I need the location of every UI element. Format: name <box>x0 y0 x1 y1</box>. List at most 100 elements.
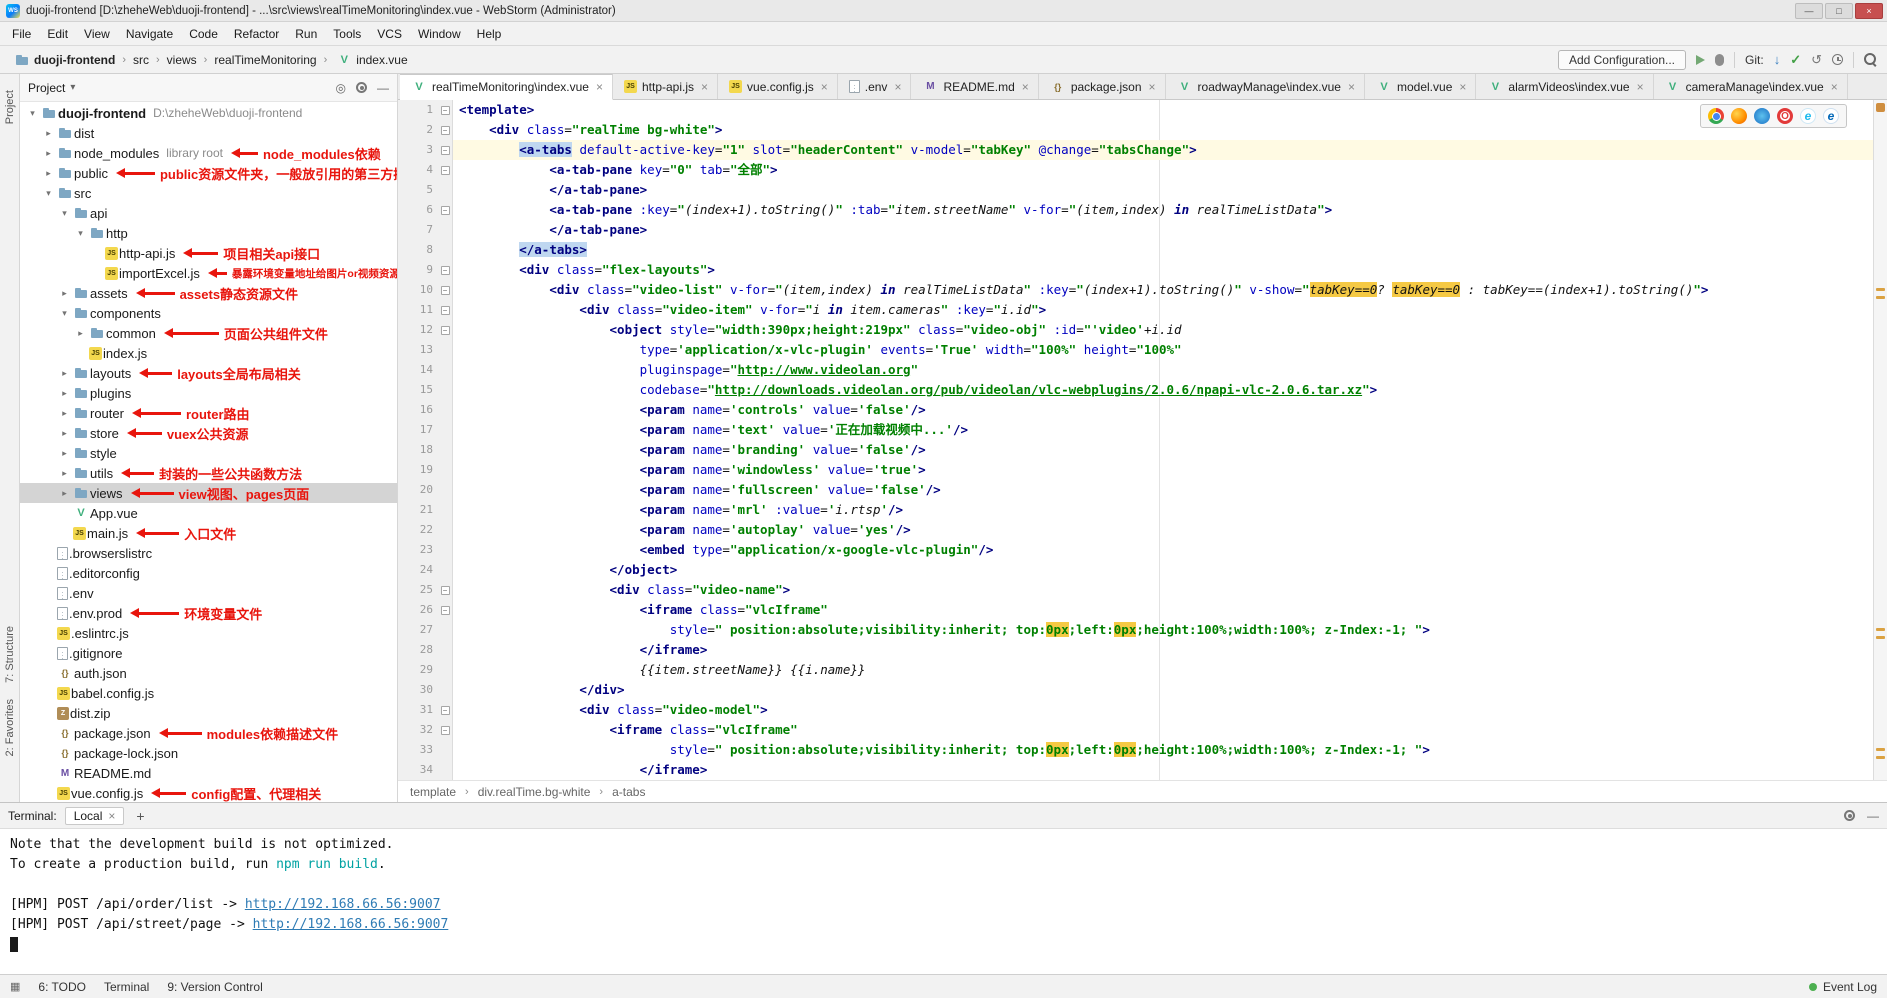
fold-minus-icon[interactable]: − <box>441 306 450 315</box>
tree-row-package-json[interactable]: {}package.jsonmodules依赖描述文件 <box>20 723 397 743</box>
code-line-8[interactable]: 8 </a-tabs> <box>398 240 1873 260</box>
error-stripe[interactable] <box>1873 100 1887 780</box>
code-line-10[interactable]: 10− <div class="video-list" v-for="(item… <box>398 280 1873 300</box>
chevron-down-icon[interactable]: ▾ <box>58 308 71 319</box>
menu-item-view[interactable]: View <box>76 24 118 44</box>
code-line-34[interactable]: 34 </iframe> <box>398 760 1873 780</box>
chevron-right-icon[interactable]: ▸ <box>74 328 87 339</box>
inspection-status-icon[interactable] <box>1876 103 1885 112</box>
fold-minus-icon[interactable]: − <box>441 146 450 155</box>
code-line-28[interactable]: 28 </iframe> <box>398 640 1873 660</box>
terminal-link[interactable]: http://192.168.66.56:9007 <box>253 917 449 932</box>
editor-breadcrumb-a-tabs[interactable]: a-tabs <box>610 785 647 799</box>
tool-button-favorites[interactable]: 2: Favorites <box>4 699 16 756</box>
editor-tab-alarmvideos-index-vue[interactable]: ValarmVideos\index.vue× <box>1476 74 1653 99</box>
fold-minus-icon[interactable]: − <box>441 286 450 295</box>
tab-close-icon[interactable]: × <box>894 80 901 94</box>
tree-row-main-js[interactable]: JSmain.js入口文件 <box>20 523 397 543</box>
tree-row-browserslistrc[interactable]: .browserslistrc <box>20 543 397 563</box>
editor-breadcrumb-div-realtime-bg-white[interactable]: div.realTime.bg-white <box>476 785 593 799</box>
fold-minus-icon[interactable]: − <box>441 326 450 335</box>
tree-row-views[interactable]: ▸viewsview视图、pages页面 <box>20 483 397 503</box>
fold-gutter[interactable]: − <box>438 100 453 120</box>
chevron-down-icon[interactable]: ▾ <box>74 228 87 239</box>
menu-item-vcs[interactable]: VCS <box>369 24 410 44</box>
code-line-21[interactable]: 21 <param name='mrl' :value='i.rtsp'/> <box>398 500 1873 520</box>
minimize-button[interactable]: — <box>1795 3 1823 19</box>
tree-row-http-api-js[interactable]: JShttp-api.js项目相关api接口 <box>20 243 397 263</box>
editor-tab-model-vue[interactable]: Vmodel.vue× <box>1365 74 1476 99</box>
tree-row-router[interactable]: ▸routerrouter路由 <box>20 403 397 423</box>
status-terminal[interactable]: Terminal <box>104 980 149 994</box>
tab-close-icon[interactable]: × <box>701 80 708 94</box>
code-line-29[interactable]: 29 {{item.streetName}} {{i.name}} <box>398 660 1873 680</box>
code-line-17[interactable]: 17 <param name='text' value='正在加载视频中...'… <box>398 420 1873 440</box>
breadcrumb-item-realtimemonitoring[interactable]: realTimeMonitoring <box>212 52 318 68</box>
fold-minus-icon[interactable]: − <box>441 266 450 275</box>
fold-minus-icon[interactable]: − <box>441 726 450 735</box>
fold-minus-icon[interactable]: − <box>441 126 450 135</box>
tree-row-dist-zip[interactable]: Zdist.zip <box>20 703 397 723</box>
menu-item-navigate[interactable]: Navigate <box>118 24 181 44</box>
tree-row-public[interactable]: ▸publicpublic资源文件夹，一般放引用的第三方插件 <box>20 163 397 183</box>
chevron-right-icon[interactable]: ▸ <box>58 428 71 439</box>
tree-row-env-prod[interactable]: .env.prod环境变量文件 <box>20 603 397 623</box>
stripe-mark[interactable] <box>1876 296 1885 299</box>
chevron-down-icon[interactable]: ▾ <box>26 108 39 119</box>
tree-row-layouts[interactable]: ▸layoutslayouts全局布局相关 <box>20 363 397 383</box>
status-6-todo[interactable]: 6: TODO <box>38 980 86 994</box>
tool-button-project[interactable]: Project <box>4 90 16 124</box>
breadcrumb-item-views[interactable]: views <box>165 52 199 68</box>
browser-safari-icon[interactable] <box>1754 108 1770 124</box>
tool-button-structure[interactable]: 7: Structure <box>4 626 16 683</box>
code-line-26[interactable]: 26− <iframe class="vlcIframe" <box>398 600 1873 620</box>
code-line-13[interactable]: 13 type='application/x-vlc-plugin' event… <box>398 340 1873 360</box>
fold-minus-icon[interactable]: − <box>441 206 450 215</box>
fold-minus-icon[interactable]: − <box>441 606 450 615</box>
chevron-right-icon[interactable]: ▸ <box>42 168 55 179</box>
chevron-right-icon[interactable]: ▸ <box>58 408 71 419</box>
chevron-right-icon[interactable]: ▸ <box>58 288 71 299</box>
tree-row-src[interactable]: ▾src <box>20 183 397 203</box>
tree-row-gitignore[interactable]: .gitignore <box>20 643 397 663</box>
browser-chrome-icon[interactable] <box>1708 108 1724 124</box>
fold-gutter[interactable]: − <box>438 200 453 220</box>
code-line-16[interactable]: 16 <param name='controls' value='false'/… <box>398 400 1873 420</box>
editor-tab-env[interactable]: .env× <box>838 74 912 99</box>
menu-item-code[interactable]: Code <box>181 24 226 44</box>
tree-row-http[interactable]: ▾http <box>20 223 397 243</box>
code-line-3[interactable]: 3− <a-tabs default-active-key="1" slot="… <box>398 140 1873 160</box>
tool-window-switcher-icon[interactable]: ▦ <box>10 980 20 993</box>
close-icon[interactable]: × <box>108 809 115 823</box>
git-rollback-icon[interactable]: ↺ <box>1811 52 1822 68</box>
tree-row-node-modules[interactable]: ▸node_moduleslibrary rootnode_modules依赖 <box>20 143 397 163</box>
debug-icon[interactable] <box>1715 54 1724 66</box>
tree-row-store[interactable]: ▸storevuex公共资源 <box>20 423 397 443</box>
fold-minus-icon[interactable]: − <box>441 166 450 175</box>
editor-tab-readme-md[interactable]: MREADME.md× <box>911 74 1038 99</box>
hide-panel-icon[interactable]: — <box>377 81 389 95</box>
fold-gutter[interactable]: − <box>438 580 453 600</box>
code-line-30[interactable]: 30 </div> <box>398 680 1873 700</box>
menu-item-window[interactable]: Window <box>410 24 469 44</box>
chevron-down-icon[interactable]: ▾ <box>70 82 75 93</box>
menu-item-run[interactable]: Run <box>287 24 325 44</box>
fold-gutter[interactable]: − <box>438 120 453 140</box>
fold-gutter[interactable]: − <box>438 300 453 320</box>
tree-row-utils[interactable]: ▸utils封装的一些公共函数方法 <box>20 463 397 483</box>
code-line-5[interactable]: 5 </a-tab-pane> <box>398 180 1873 200</box>
browser-opera-icon[interactable]: O <box>1777 108 1793 124</box>
breadcrumb-item-index-vue[interactable]: Vindex.vue <box>332 52 409 68</box>
event-log-label[interactable]: Event Log <box>1823 980 1877 994</box>
chevron-right-icon[interactable]: ▸ <box>42 128 55 139</box>
editor-tab-realtimemonitoring-index-vue[interactable]: VrealTimeMonitoring\index.vue× <box>400 74 613 100</box>
fold-minus-icon[interactable]: − <box>441 106 450 115</box>
code-line-15[interactable]: 15 codebase="http://downloads.videolan.o… <box>398 380 1873 400</box>
code-line-19[interactable]: 19 <param name='windowless' value='true'… <box>398 460 1873 480</box>
code-line-9[interactable]: 9− <div class="flex-layouts"> <box>398 260 1873 280</box>
code-line-27[interactable]: 27 style=" position:absolute;visibility:… <box>398 620 1873 640</box>
stripe-mark[interactable] <box>1876 628 1885 631</box>
locate-file-icon[interactable]: ◎ <box>336 81 346 95</box>
history-icon[interactable] <box>1832 54 1843 65</box>
git-update-icon[interactable]: ↓ <box>1774 52 1781 67</box>
